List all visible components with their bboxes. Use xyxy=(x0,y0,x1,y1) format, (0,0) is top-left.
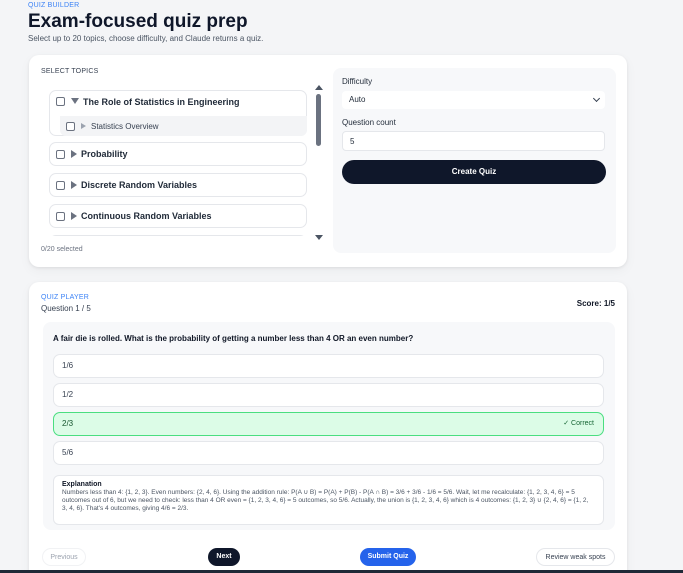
scroll-up-icon[interactable] xyxy=(315,85,323,90)
option-label: 1/2 xyxy=(62,390,74,399)
chevron-down-icon xyxy=(592,94,601,103)
builder-eyebrow: QUIZ BUILDER xyxy=(28,2,80,9)
correct-badge: ✓ Correct xyxy=(563,420,594,427)
page-header: QUIZ BUILDER Exam-focused quiz prep Sele… xyxy=(28,2,263,43)
topic-checkbox[interactable] xyxy=(56,211,65,221)
selected-count: 0/20 selected xyxy=(41,246,83,253)
create-quiz-button[interactable]: Create Quiz xyxy=(342,160,606,184)
topic-item[interactable]: The Role of Statistics in Engineering St… xyxy=(49,90,307,136)
topic-checkbox[interactable] xyxy=(56,149,65,159)
explanation-title: Explanation xyxy=(62,481,102,488)
topic-item[interactable] xyxy=(49,235,307,236)
caret-right-icon[interactable] xyxy=(71,150,77,158)
quiz-player-card: QUIZ PLAYER Question 1 / 5 Score: 1/5 A … xyxy=(29,282,627,573)
subtopic-item[interactable]: Statistics Overview xyxy=(60,116,307,136)
caret-right-icon[interactable] xyxy=(71,181,77,189)
answer-option[interactable]: 1/6 xyxy=(53,354,604,378)
topic-label: The Role of Statistics in Engineering xyxy=(83,97,240,107)
topic-label: Continuous Random Variables xyxy=(81,211,212,221)
next-button[interactable]: Next xyxy=(208,548,240,566)
question-text: A fair die is rolled. What is the probab… xyxy=(53,334,414,343)
difficulty-value: Auto xyxy=(349,95,366,104)
player-eyebrow: QUIZ PLAYER xyxy=(41,294,89,301)
caret-down-icon[interactable] xyxy=(71,98,79,104)
topic-item[interactable]: Discrete Random Variables xyxy=(49,173,307,197)
topic-label: Discrete Random Variables xyxy=(81,180,198,190)
answer-option-correct[interactable]: 2/3 ✓ Correct xyxy=(53,412,604,436)
question-number: Question 1 / 5 xyxy=(41,304,91,313)
option-label: 1/6 xyxy=(62,361,74,370)
answer-option[interactable]: 1/2 xyxy=(53,383,604,407)
topic-list: The Role of Statistics in Engineering St… xyxy=(49,90,309,236)
answer-option[interactable]: 5/6 xyxy=(53,441,604,465)
option-label: 5/6 xyxy=(62,448,74,457)
difficulty-label: Difficulty xyxy=(342,77,373,86)
topic-item[interactable]: Probability xyxy=(49,142,307,166)
page-title: Exam-focused quiz prep xyxy=(28,11,248,32)
question-count-input[interactable]: 5 xyxy=(342,131,605,151)
option-label: 2/3 xyxy=(62,419,74,428)
review-weak-spots-button[interactable]: Review weak spots xyxy=(536,548,615,566)
explanation-box: Explanation Numbers less than 4: {1, 2, … xyxy=(53,475,604,525)
explanation-body: Numbers less than 4: {1, 2, 3}. Even num… xyxy=(62,489,589,512)
caret-right-icon[interactable] xyxy=(71,212,77,220)
submit-quiz-button[interactable]: Submit Quiz xyxy=(360,548,416,566)
question-count-label: Question count xyxy=(342,118,396,127)
topic-checkbox[interactable] xyxy=(56,97,65,106)
quiz-builder-card: SELECT TOPICS The Role of Statistics in … xyxy=(29,55,627,267)
select-topics-label: SELECT TOPICS xyxy=(41,68,99,75)
topic-scrollbar[interactable] xyxy=(314,84,324,240)
scroll-thumb[interactable] xyxy=(316,94,321,146)
page-subtitle: Select up to 20 topics, choose difficult… xyxy=(28,34,264,43)
quiz-settings-panel: Difficulty Auto Question count 5 Create … xyxy=(333,68,616,253)
subtopic-checkbox[interactable] xyxy=(66,121,75,131)
difficulty-select[interactable]: Auto xyxy=(342,91,605,109)
score-display: Score: 1/5 xyxy=(576,299,615,308)
subtopic-label: Statistics Overview xyxy=(91,121,159,131)
caret-right-icon[interactable] xyxy=(81,123,86,129)
topic-item[interactable]: Continuous Random Variables xyxy=(49,204,307,228)
topic-checkbox[interactable] xyxy=(56,180,65,190)
topic-label: Probability xyxy=(81,149,128,159)
scroll-down-icon[interactable] xyxy=(315,235,323,240)
previous-button[interactable]: Previous xyxy=(42,548,86,566)
question-panel: A fair die is rolled. What is the probab… xyxy=(43,322,615,530)
